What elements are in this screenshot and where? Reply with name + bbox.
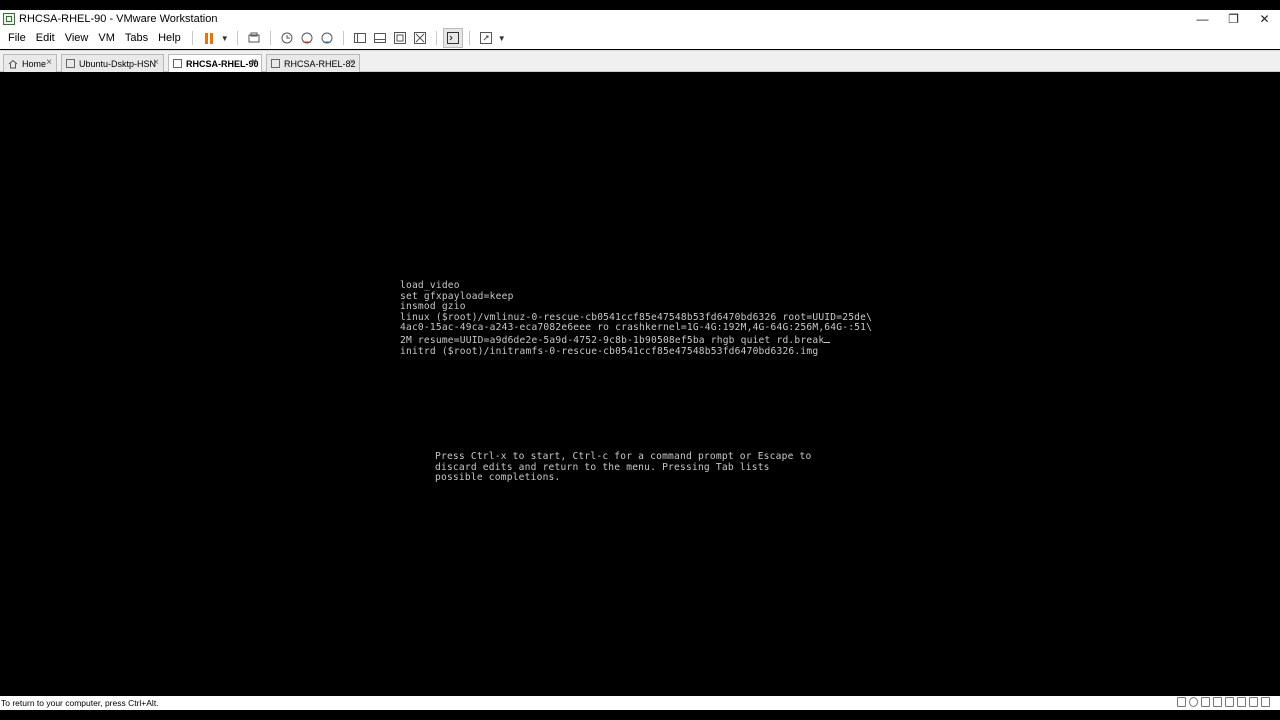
toolbar-separator (191, 31, 193, 45)
home-icon (8, 59, 18, 68)
full-screen-button[interactable] (390, 28, 410, 48)
send-ctrl-alt-del-button[interactable] (244, 28, 264, 48)
menu-tabs[interactable]: Tabs (120, 27, 153, 49)
tab-label: RHCSA-RHEL-82 (284, 58, 356, 69)
revert-snapshot-icon (301, 32, 313, 44)
stretch-dropdown[interactable]: ▼ (496, 28, 508, 48)
revert-snapshot-button[interactable] (297, 28, 317, 48)
vmware-window: RHCSA-RHEL-90 - VMware Workstation — ❐ ✕… (0, 0, 1280, 720)
tab-label: Ubuntu-Dsktp-HSN (79, 58, 157, 69)
power-dropdown[interactable]: ▼ (219, 28, 231, 48)
chevron-down-icon: ▼ (220, 33, 229, 43)
minimize-button[interactable]: — (1187, 10, 1218, 27)
printer-icon[interactable] (1225, 697, 1234, 707)
close-icon[interactable]: × (349, 57, 355, 68)
title-bar: RHCSA-RHEL-90 - VMware Workstation — ❐ ✕ (0, 10, 1280, 27)
bottom-strip (0, 710, 1280, 720)
chevron-down-icon: ▼ (497, 33, 506, 43)
menu-edit[interactable]: Edit (31, 27, 60, 49)
status-message: To return to your computer, press Ctrl+A… (1, 698, 159, 708)
tab-bar: Home × Ubuntu-Dsktp-HSN × RHCSA-RHEL-90 … (0, 50, 1280, 72)
library-button[interactable] (350, 28, 370, 48)
window-title: RHCSA-RHEL-90 - VMware Workstation (19, 12, 218, 25)
full-screen-icon (393, 32, 406, 44)
grub-edit-buffer[interactable]: load_video set gfxpayload=keep insmod gzio… (400, 280, 873, 357)
grub-line: 4ac0-15ac-49ca-a243-eca7082e6eee ro cras… (400, 322, 873, 334)
grub-line: load_video (400, 280, 460, 291)
help-line: possible completions. (435, 472, 561, 484)
menu-vm[interactable]: VM (93, 27, 120, 49)
send-ctrl-alt-del-icon (248, 32, 260, 43)
display-icon[interactable] (1249, 697, 1258, 707)
stretch-guest-icon (479, 32, 492, 44)
thumbnail-bar-button[interactable] (370, 28, 390, 48)
snapshot-icon (281, 32, 293, 44)
pause-button[interactable] (199, 28, 219, 48)
toolbar-separator (269, 31, 271, 45)
console-view-button[interactable] (442, 28, 463, 48)
toolbar-separator (435, 31, 437, 45)
menu-help[interactable]: Help (153, 27, 186, 49)
cd-icon[interactable] (1189, 697, 1198, 707)
tab-rhcsa-rhel-90[interactable]: RHCSA-RHEL-90 × (168, 54, 262, 72)
toolbar-separator (342, 31, 344, 45)
tab-rhcsa-rhel-82[interactable]: RHCSA-RHEL-82 × (266, 54, 360, 72)
grub-line-with-cursor: 2M resume=UUID=a9d6de2e-5a9d-4752-9c8b-1… (400, 334, 872, 347)
network-icon[interactable] (1201, 697, 1210, 707)
snapshot-button[interactable] (277, 28, 297, 48)
toolbar-separator (236, 31, 238, 45)
grub-line: initrd ($root)/initramfs-0-rescue-cb0541… (400, 345, 819, 357)
vm-icon (173, 59, 182, 68)
close-icon[interactable]: × (153, 57, 159, 68)
close-button[interactable]: ✕ (1249, 10, 1280, 27)
vm-console-screen[interactable]: load_video set gfxpayload=keep insmod gzio… (0, 72, 1280, 696)
grub-help-text: Press Ctrl-x to start, Ctrl-c for a comm… (435, 451, 812, 484)
menu-toolbar: File Edit View VM Tabs Help ▼ ▼ (0, 27, 1280, 49)
usb-icon[interactable] (1213, 697, 1222, 707)
pause-icon (204, 32, 213, 44)
grub-line: set gfxpayload=keep (400, 290, 514, 302)
restore-button[interactable]: ❐ (1218, 10, 1249, 27)
menu-file[interactable]: File (0, 27, 31, 49)
library-icon (353, 33, 366, 43)
text-cursor (824, 334, 831, 343)
window-controls: — ❐ ✕ (1187, 10, 1280, 27)
menu-view[interactable]: View (60, 27, 94, 49)
grub-line: 2M resume=UUID=a9d6de2e-5a9d-4752-9c8b-1… (400, 334, 825, 346)
help-line: Press Ctrl-x to start, Ctrl-c for a comm… (435, 451, 812, 462)
device-icons (1177, 697, 1270, 707)
close-icon[interactable]: × (46, 57, 52, 68)
console-view-icon (446, 32, 459, 44)
manage-snapshots-icon (321, 32, 333, 44)
manage-snapshots-button[interactable] (317, 28, 337, 48)
vm-icon (271, 59, 280, 68)
thumbnail-icon (373, 33, 386, 43)
unity-icon (413, 32, 426, 44)
tab-label: Home (22, 58, 47, 69)
hard-disk-icon[interactable] (1177, 697, 1186, 707)
vmware-app-icon (3, 12, 15, 25)
tab-label: RHCSA-RHEL-90 (186, 58, 259, 69)
toolbar-separator (468, 31, 470, 45)
message-icon[interactable] (1261, 697, 1270, 707)
close-icon[interactable]: × (251, 57, 257, 68)
status-bar: To return to your computer, press Ctrl+A… (0, 696, 1280, 710)
vm-icon (66, 59, 75, 68)
stretch-guest-button[interactable] (476, 28, 496, 48)
tab-ubuntu-dsktp-hsn[interactable]: Ubuntu-Dsktp-HSN × (61, 54, 164, 72)
tab-home[interactable]: Home × (3, 54, 57, 72)
sound-icon[interactable] (1237, 697, 1246, 707)
unity-button[interactable] (410, 28, 430, 48)
